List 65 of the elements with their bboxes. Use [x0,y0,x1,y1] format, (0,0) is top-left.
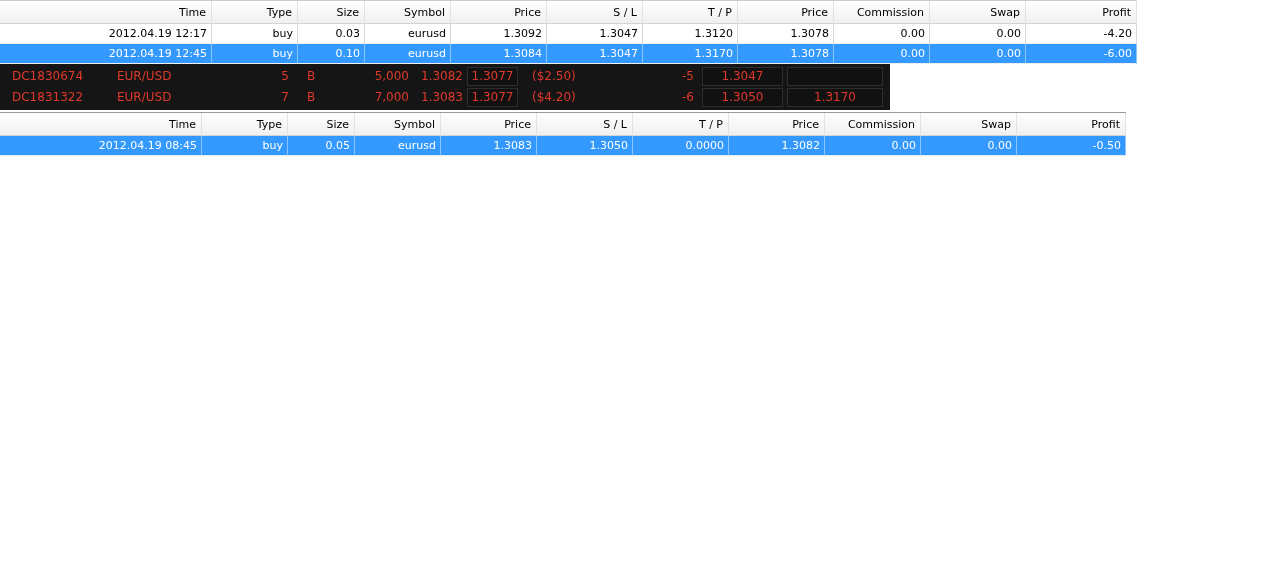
table-cell: -0.50 [1017,136,1126,156]
table-cell: 0.00 [825,136,921,156]
column-header[interactable]: Symbol [365,1,451,24]
order-cell-text: EUR/USD [116,89,173,106]
table-cell: 0.00 [930,44,1026,64]
table-cell: buy [212,44,298,64]
price-box: 1.3077 [467,88,518,107]
column-header[interactable]: Time [0,1,212,24]
price-box: 1.3047 [702,67,783,86]
column-header[interactable]: Swap [921,113,1017,136]
order-cell-text: 5 [280,68,290,85]
table-cell: 1.3078 [738,44,834,64]
table-cell: eurusd [355,136,441,156]
column-header[interactable]: Type [212,1,298,24]
table-cell: 1.3083 [441,136,537,156]
table-cell: 1.3050 [537,136,633,156]
table-cell: 0.05 [288,136,355,156]
column-header[interactable]: Symbol [355,113,441,136]
column-header[interactable]: Price [729,113,825,136]
order-cell-text: -6 [681,89,695,106]
column-header[interactable]: Size [288,113,355,136]
column-header[interactable]: Size [298,1,365,24]
order-cell-text: B [306,89,317,106]
table-cell: -6.00 [1026,44,1137,64]
order-cell-text: 1.3083 [420,89,464,106]
table-cell: 1.3084 [451,44,547,64]
order-cell-text: 7,000 [373,89,410,106]
order-cell-text: 1.3082 [420,68,464,85]
order-cell-text: B [306,68,317,85]
table-cell: 2012.04.19 12:45 [0,44,212,64]
order-cell-text: DC1830674 [11,68,85,85]
table-cell: 1.3170 [643,44,738,64]
column-header[interactable]: Profit [1026,1,1137,24]
order-cell-text: 7 [280,89,290,106]
table-cell: 0.00 [834,44,930,64]
order-cell-text: ($2.50) [531,68,577,85]
column-header[interactable]: Profit [1017,113,1126,136]
column-header[interactable]: S / L [547,1,643,24]
column-header[interactable]: T / P [643,1,738,24]
table-cell: 0.10 [298,44,365,64]
column-header[interactable]: Type [202,113,288,136]
column-header[interactable]: Time [0,113,202,136]
price-box: 1.3077 [467,67,518,86]
table-cell: buy [202,136,288,156]
column-header[interactable]: Swap [930,1,1026,24]
order-cell-text: DC1831322 [11,89,85,106]
column-header[interactable]: Commission [834,1,930,24]
order-cell-text: -5 [681,68,695,85]
table-cell: eurusd [365,44,451,64]
column-header[interactable]: S / L [537,113,633,136]
table-cell: 1.3082 [729,136,825,156]
column-header[interactable]: Price [451,1,547,24]
price-box: 1.3050 [702,88,783,107]
table-cell: 1.3047 [547,44,643,64]
table-cell: 0.00 [921,136,1017,156]
table-cell: 0.0000 [633,136,729,156]
column-header[interactable]: Commission [825,113,921,136]
column-header[interactable]: T / P [633,113,729,136]
order-cell-text: EUR/USD [116,68,173,85]
order-cell-text: ($4.20) [531,89,577,106]
price-box: 1.3170 [787,88,883,107]
column-header[interactable]: Price [738,1,834,24]
order-cell-text: 5,000 [373,68,410,85]
column-header[interactable]: Price [441,113,537,136]
table-cell: 2012.04.19 08:45 [0,136,202,156]
